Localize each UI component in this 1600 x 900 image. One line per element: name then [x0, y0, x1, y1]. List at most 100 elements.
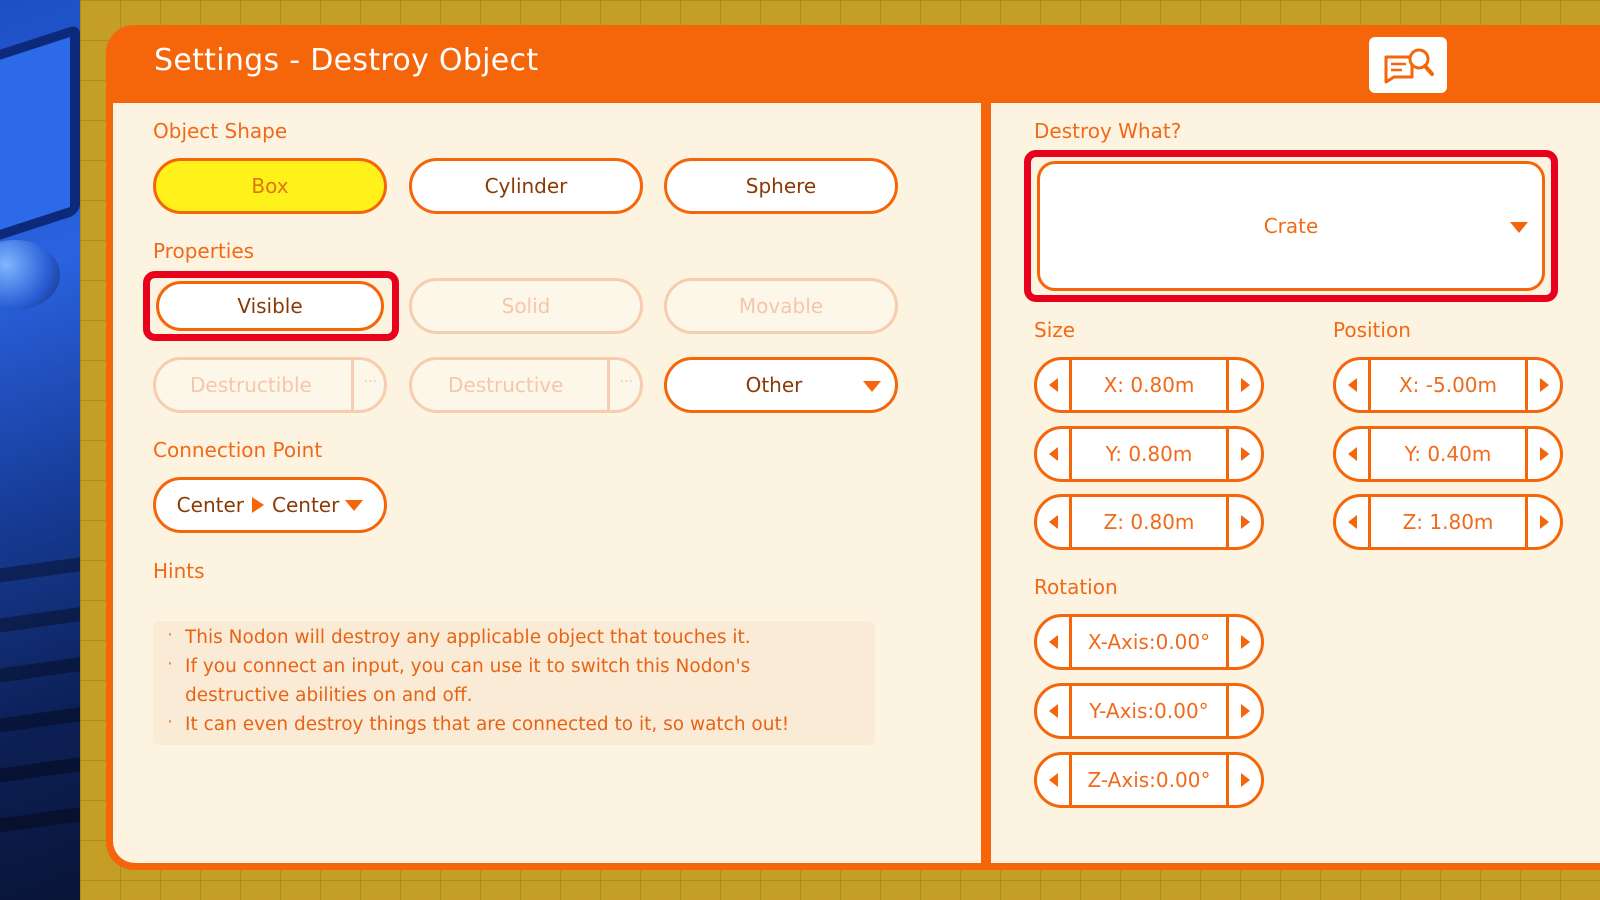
property-destructive-toggle[interactable]: Destructive ···: [409, 357, 643, 413]
increment-button[interactable]: [1226, 617, 1261, 667]
nodon-guide-button[interactable]: [1369, 37, 1447, 93]
arrow-left-icon: [1048, 378, 1058, 392]
shape-cylinder-label: Cylinder: [484, 174, 568, 198]
property-solid-toggle[interactable]: Solid: [409, 278, 643, 334]
hint-line: It can even destroy things that are conn…: [167, 712, 789, 735]
arrow-right-icon: [1539, 378, 1549, 392]
property-movable-toggle[interactable]: Movable: [664, 278, 898, 334]
destructive-more-button[interactable]: ···: [620, 374, 633, 390]
destructible-divider: [351, 360, 354, 410]
decrement-button[interactable]: [1037, 686, 1072, 736]
size-z-value: Z: 0.80m: [1103, 510, 1195, 534]
property-destructible-toggle[interactable]: Destructible ···: [153, 357, 387, 413]
position-y-stepper: Y: 0.40m: [1333, 426, 1563, 482]
decrement-button[interactable]: [1037, 360, 1072, 410]
chevron-down-icon: [345, 499, 364, 511]
property-movable-label: Movable: [738, 294, 824, 318]
arrow-left-icon: [1347, 378, 1357, 392]
arrow-right-icon: [1539, 515, 1549, 529]
destroy-what-label: Destroy What?: [1034, 119, 1182, 143]
size-label: Size: [1034, 318, 1076, 342]
decrement-button[interactable]: [1037, 497, 1072, 547]
arrow-left-icon: [1347, 447, 1357, 461]
arrow-left-icon: [1048, 704, 1058, 718]
property-destructible-label: Destructible: [190, 373, 312, 397]
size-x-value: X: 0.80m: [1103, 373, 1195, 397]
properties-label: Properties: [153, 239, 255, 263]
size-y-value: Y: 0.80m: [1105, 442, 1193, 466]
position-z-stepper: Z: 1.80m: [1333, 494, 1563, 550]
increment-button[interactable]: [1525, 497, 1560, 547]
increment-button[interactable]: [1525, 429, 1560, 479]
rotation-label: Rotation: [1034, 575, 1118, 599]
hint-line: destructive abilities on and off.: [185, 685, 473, 706]
rotation-z-stepper: Z-Axis:0.00°: [1034, 752, 1264, 808]
increment-button[interactable]: [1226, 429, 1261, 479]
destroy-what-value: Crate: [1263, 214, 1319, 238]
arrow-right-icon: [1240, 515, 1250, 529]
connection-point-label: Connection Point: [153, 438, 323, 462]
dialog-header: Settings - Destroy Object: [106, 25, 1600, 103]
nodon-guide-icon: [1384, 48, 1434, 84]
arrow-left-icon: [1048, 773, 1058, 787]
decrement-button[interactable]: [1336, 360, 1371, 410]
arrow-right-icon: [1240, 704, 1250, 718]
decrement-button[interactable]: [1336, 497, 1371, 547]
decrement-button[interactable]: [1336, 429, 1371, 479]
arrow-right-icon: [1240, 773, 1250, 787]
dialog-title: Settings - Destroy Object: [154, 43, 539, 78]
rotation-y-stepper: Y-Axis:0.00°: [1034, 683, 1264, 739]
size-x-stepper: X: 0.80m: [1034, 357, 1264, 413]
connection-to-label: Center: [272, 493, 340, 517]
arrow-left-icon: [1048, 447, 1058, 461]
arrow-left-icon: [1347, 515, 1357, 529]
position-z-value: Z: 1.80m: [1402, 510, 1494, 534]
shape-sphere-label: Sphere: [745, 174, 817, 198]
property-other-label: Other: [745, 373, 803, 397]
arrow-right-icon: [1539, 447, 1549, 461]
hints-label: Hints: [153, 559, 205, 583]
increment-button[interactable]: [1525, 360, 1560, 410]
property-visible-toggle[interactable]: Visible: [156, 281, 384, 331]
arrow-right-icon: [1240, 378, 1250, 392]
destroy-what-dropdown[interactable]: Crate: [1037, 161, 1545, 291]
arrow-left-icon: [1048, 515, 1058, 529]
size-z-stepper: Z: 0.80m: [1034, 494, 1264, 550]
destructive-divider: [607, 360, 610, 410]
connection-point-dropdown[interactable]: Center Center: [153, 477, 387, 533]
property-other-dropdown[interactable]: Other: [664, 357, 898, 413]
property-solid-label: Solid: [501, 294, 551, 318]
chevron-down-icon: [1510, 222, 1528, 233]
position-label: Position: [1333, 318, 1411, 342]
increment-button[interactable]: [1226, 755, 1261, 805]
shape-box-button[interactable]: Box: [153, 158, 387, 214]
increment-button[interactable]: [1226, 497, 1261, 547]
arrow-right-icon: [1240, 447, 1250, 461]
increment-button[interactable]: [1226, 686, 1261, 736]
rotation-x-value: X-Axis:0.00°: [1087, 630, 1211, 654]
destructible-more-button[interactable]: ···: [364, 374, 377, 390]
object-shape-label: Object Shape: [153, 119, 288, 143]
shape-sphere-button[interactable]: Sphere: [664, 158, 898, 214]
increment-button[interactable]: [1226, 360, 1261, 410]
arrow-left-icon: [1048, 635, 1058, 649]
position-x-stepper: X: -5.00m: [1333, 357, 1563, 413]
play-arrow-icon: [252, 497, 264, 513]
hint-line: If you connect an input, you can use it …: [167, 654, 750, 677]
rotation-z-value: Z-Axis:0.00°: [1087, 768, 1211, 792]
decrement-button[interactable]: [1037, 755, 1072, 805]
background-scenery-left: [0, 0, 82, 900]
rotation-x-stepper: X-Axis:0.00°: [1034, 614, 1264, 670]
property-visible-label: Visible: [237, 294, 303, 318]
position-x-value: X: -5.00m: [1398, 373, 1498, 397]
decrement-button[interactable]: [1037, 617, 1072, 667]
arrow-right-icon: [1240, 635, 1250, 649]
shape-cylinder-button[interactable]: Cylinder: [409, 158, 643, 214]
property-destructive-label: Destructive: [448, 373, 564, 397]
connection-from-label: Center: [176, 493, 244, 517]
decrement-button[interactable]: [1037, 429, 1072, 479]
size-y-stepper: Y: 0.80m: [1034, 426, 1264, 482]
right-settings-panel: Destroy What? Crate Size Position X: 0.8…: [991, 103, 1600, 863]
left-settings-panel: Object Shape Box Cylinder Sphere Propert…: [113, 103, 981, 863]
position-y-value: Y: 0.40m: [1404, 442, 1492, 466]
